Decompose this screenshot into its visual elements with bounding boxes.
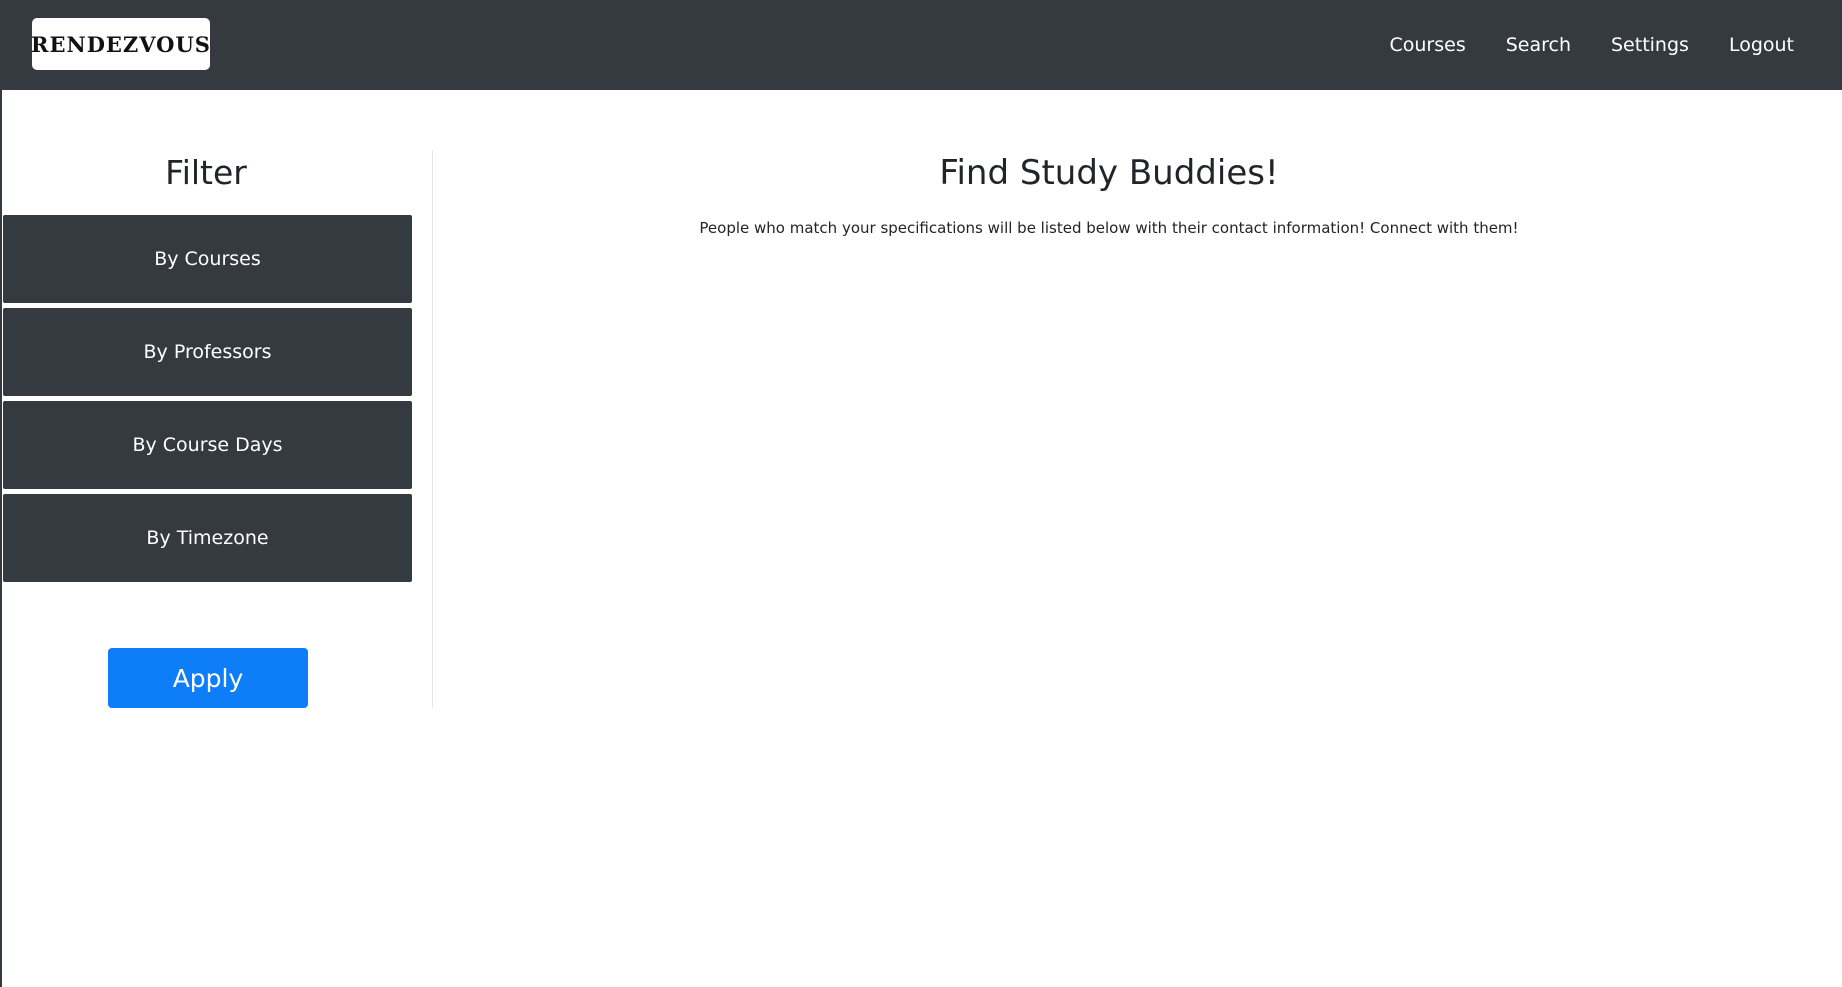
page-description: People who match your specifications wil… xyxy=(699,219,1519,237)
logo-text: RENDEZVOUS xyxy=(31,31,211,57)
page-title: Find Study Buddies! xyxy=(939,153,1279,193)
filter-heading: Filter xyxy=(165,153,247,192)
nav-link-logout[interactable]: Logout xyxy=(1729,34,1794,56)
top-navbar: RENDEZVOUS Courses Search Settings Logou… xyxy=(0,0,1842,90)
filter-by-professors-button[interactable]: By Professors xyxy=(2,307,413,397)
logo[interactable]: RENDEZVOUS xyxy=(31,18,211,70)
filter-by-course-days-button[interactable]: By Course Days xyxy=(2,400,413,490)
nav-link-courses[interactable]: Courses xyxy=(1389,34,1465,56)
nav-link-search[interactable]: Search xyxy=(1506,34,1571,56)
nav-links: Courses Search Settings Logout xyxy=(1389,0,1794,90)
apply-button[interactable]: Apply xyxy=(108,648,308,708)
nav-link-settings[interactable]: Settings xyxy=(1611,34,1689,56)
filter-by-timezone-button[interactable]: By Timezone xyxy=(2,493,413,583)
filter-list: By Courses By Professors By Course Days … xyxy=(2,214,413,586)
filter-by-courses-button[interactable]: By Courses xyxy=(2,214,413,304)
